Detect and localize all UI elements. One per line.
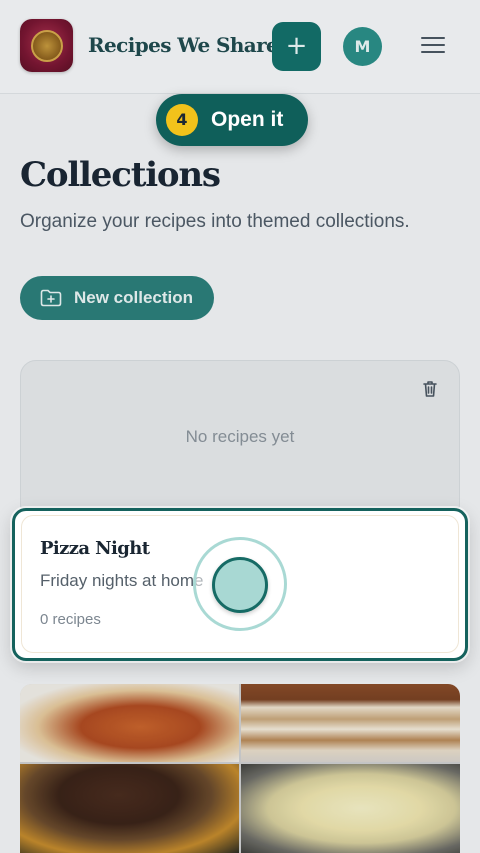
collection-recipe-count: 0 recipes	[40, 611, 101, 628]
mashed-potatoes-photo	[241, 764, 460, 853]
hamburger-menu-icon[interactable]	[421, 37, 445, 55]
app-header: Recipes We Share + M	[0, 0, 480, 94]
collection-card-photos[interactable]	[20, 684, 460, 853]
add-recipe-button[interactable]: +	[272, 22, 321, 71]
new-collection-button[interactable]: New collection	[20, 276, 214, 320]
folder-plus-icon	[40, 289, 62, 307]
pot-roast-photo	[20, 764, 239, 853]
tour-step-tooltip: 4 Open it	[156, 94, 308, 146]
page-subtitle: Organize your recipes into themed collec…	[20, 211, 410, 232]
app-title[interactable]: Recipes We Share	[88, 33, 279, 57]
collections-page: Recipes We Share + M Collections Organiz…	[0, 0, 480, 853]
tap-indicator-icon	[212, 557, 268, 613]
collection-description: Friday nights at home	[40, 571, 204, 590]
logo-emblem-icon	[30, 29, 63, 62]
tour-step-text: Open it	[211, 108, 284, 131]
tour-step-badge: 4	[166, 104, 198, 136]
lasagna-photo	[20, 684, 239, 762]
page-title: Collections	[20, 155, 221, 195]
new-collection-label: New collection	[74, 288, 194, 307]
tiramisu-photo	[241, 684, 460, 762]
app-logo[interactable]	[20, 19, 73, 72]
empty-collection-text: No recipes yet	[185, 427, 295, 446]
collection-title: Pizza Night	[40, 538, 150, 559]
user-avatar[interactable]: M	[343, 27, 382, 66]
trash-icon[interactable]	[420, 379, 440, 399]
